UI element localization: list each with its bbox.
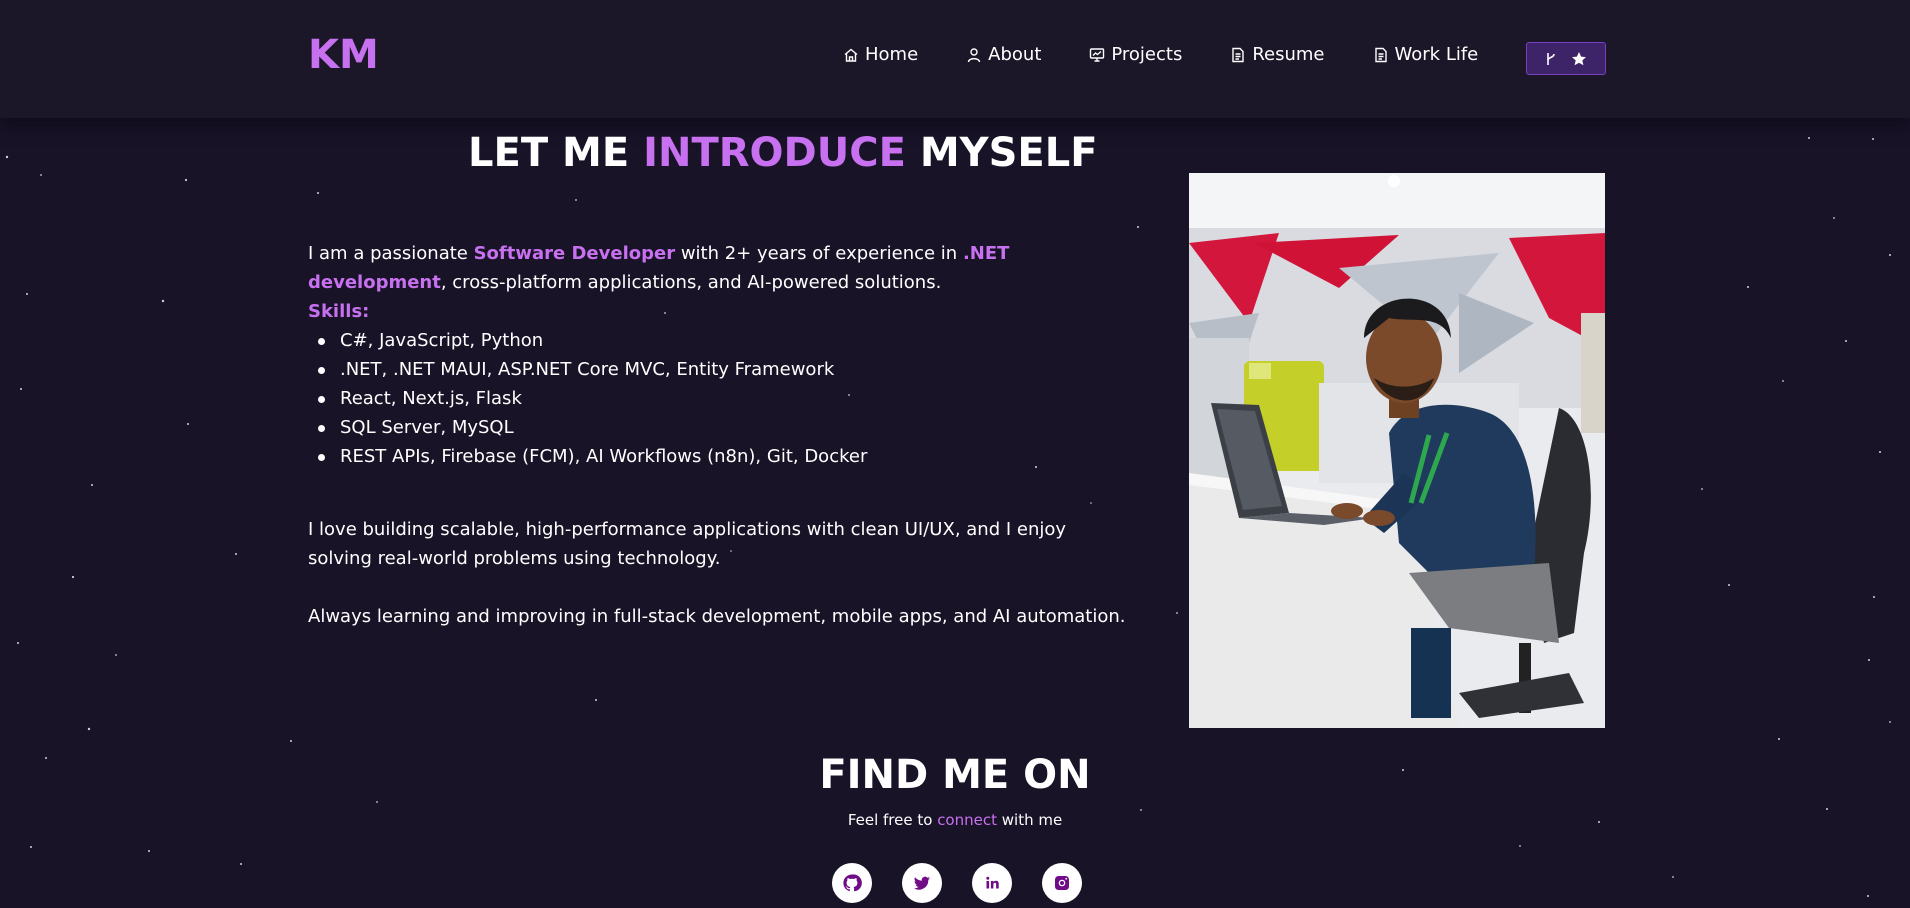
intro-text: I am a passionate bbox=[308, 243, 474, 264]
twitter-icon bbox=[914, 876, 930, 890]
subtitle-highlight: connect bbox=[937, 811, 997, 829]
linkedin-icon bbox=[986, 876, 999, 889]
document-icon bbox=[1230, 47, 1246, 63]
nav-item-label: About bbox=[988, 44, 1042, 65]
subtitle-text: with me bbox=[996, 811, 1063, 829]
github-icon bbox=[843, 874, 862, 892]
social-links bbox=[832, 863, 1082, 903]
nav-item-label: Resume bbox=[1252, 44, 1325, 65]
about-paragraph-2: I love building scalable, high-performan… bbox=[308, 519, 1067, 569]
skills-title: Skills: bbox=[308, 301, 370, 322]
git-branch-icon bbox=[1545, 51, 1557, 67]
linkedin-link[interactable] bbox=[972, 863, 1012, 903]
nav-links: Home About Projects Resume Work Life bbox=[843, 44, 1526, 65]
star-icon bbox=[1571, 51, 1587, 67]
skill-item: C#, JavaScript, Python bbox=[308, 326, 1134, 355]
find-me-heading: FIND ME ON bbox=[819, 752, 1091, 798]
skills-list: C#, JavaScript, Python .NET, .NET MAUI, … bbox=[308, 326, 1134, 471]
profile-photo bbox=[1189, 173, 1605, 728]
instagram-icon bbox=[1055, 876, 1069, 890]
find-me-subtitle: Feel free to connect with me bbox=[0, 811, 1910, 829]
nav-item-work-life[interactable]: Work Life bbox=[1373, 44, 1479, 65]
nav-item-label: Work Life bbox=[1394, 44, 1479, 65]
document-icon bbox=[1373, 47, 1389, 63]
nav-item-about[interactable]: About bbox=[966, 44, 1041, 65]
skill-item: SQL Server, MySQL bbox=[308, 413, 1134, 442]
instagram-link[interactable] bbox=[1042, 863, 1082, 903]
about-paragraph-3: Always learning and improving in full-st… bbox=[308, 606, 1126, 627]
about-heading: LET ME INTRODUCE MYSELF bbox=[468, 130, 1098, 176]
projects-icon bbox=[1089, 47, 1105, 63]
github-fork-button[interactable] bbox=[1526, 42, 1606, 75]
subtitle-text: Feel free to bbox=[847, 811, 938, 829]
github-link[interactable] bbox=[832, 863, 872, 903]
top-navbar: KM Home About Projects Resume Work Life bbox=[0, 0, 1910, 118]
nav-item-home[interactable]: Home bbox=[843, 44, 918, 65]
home-icon bbox=[843, 47, 859, 63]
nav-item-resume[interactable]: Resume bbox=[1230, 44, 1325, 65]
intro-paragraph: I am a passionate Software Developer wit… bbox=[308, 239, 1134, 297]
nav-item-label: Home bbox=[865, 44, 919, 65]
intro-highlight-role: Software Developer bbox=[473, 243, 676, 264]
skill-item: .NET, .NET MAUI, ASP.NET Core MVC, Entit… bbox=[308, 355, 1134, 384]
user-icon bbox=[966, 47, 982, 63]
heading-text-post: MYSELF bbox=[905, 130, 1098, 176]
heading-text-accent: INTRODUCE bbox=[643, 130, 906, 176]
nav-item-label: Projects bbox=[1111, 44, 1183, 65]
twitter-link[interactable] bbox=[902, 863, 942, 903]
skill-item: REST APIs, Firebase (FCM), AI Workflows … bbox=[308, 442, 1134, 471]
heading-text-pre: LET ME bbox=[468, 130, 644, 176]
skill-item: React, Next.js, Flask bbox=[308, 384, 1134, 413]
nav-item-projects[interactable]: Projects bbox=[1089, 44, 1182, 65]
intro-text: , cross-platform applications, and AI-po… bbox=[440, 272, 942, 293]
site-logo[interactable]: KM bbox=[308, 32, 379, 78]
intro-text: with 2+ years of experience in bbox=[675, 243, 963, 264]
about-text: I am a passionate Software Developer wit… bbox=[308, 239, 1134, 631]
